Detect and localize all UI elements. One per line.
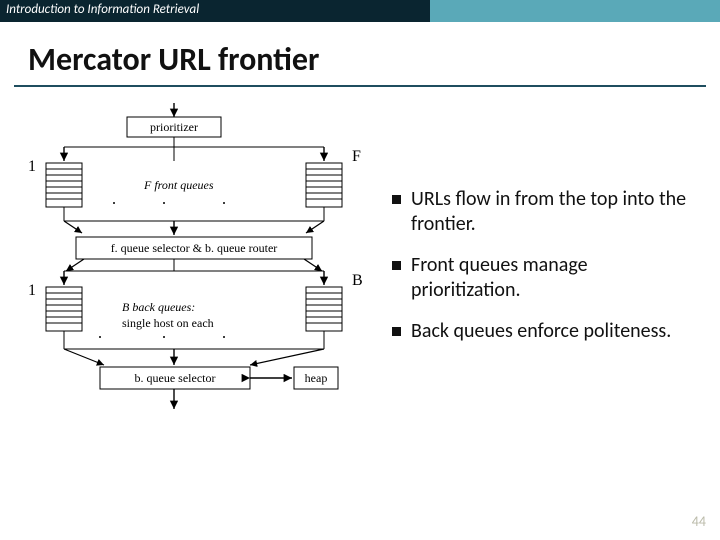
mercator-diagram: prioritizer 1 F F front queues bbox=[14, 103, 374, 503]
back-queue-right bbox=[306, 287, 342, 331]
bullet-text: Back queues enforce politeness. bbox=[411, 319, 671, 344]
bullet-text: Front queues manage prioritization. bbox=[411, 253, 688, 303]
bullet-square-icon bbox=[392, 261, 401, 270]
page-number: 44 bbox=[692, 513, 706, 530]
header-bar: Introduction to Information Retrieval bbox=[0, 0, 720, 22]
heap-label: heap bbox=[305, 371, 328, 385]
front-queue-left bbox=[46, 163, 82, 207]
bullet-item: Front queues manage prioritization. bbox=[392, 253, 688, 303]
front-queue-right bbox=[306, 163, 342, 207]
back-right-letter: B bbox=[352, 272, 363, 289]
front-left-number: 1 bbox=[28, 158, 36, 175]
diagram-column: prioritizer 1 F F front queues bbox=[14, 97, 374, 508]
slide-title: Mercator URL frontier bbox=[28, 40, 720, 79]
bullet-item: Back queues enforce politeness. bbox=[392, 319, 688, 344]
bullets-column: URLs flow in from the top into the front… bbox=[374, 97, 706, 508]
title-underline bbox=[14, 85, 706, 87]
b-queue-selector-label: b. queue selector bbox=[135, 371, 216, 385]
back-queues-label-1: B back queues: bbox=[122, 300, 195, 314]
bullet-square-icon bbox=[392, 327, 401, 336]
course-title: Introduction to Information Retrieval bbox=[0, 0, 430, 22]
front-queues-label: F front queues bbox=[143, 178, 214, 192]
back-left-number: 1 bbox=[28, 282, 36, 299]
header-accent bbox=[430, 0, 720, 22]
back-queue-left bbox=[46, 287, 82, 331]
back-queues-label-2: single host on each bbox=[122, 316, 214, 330]
bullet-item: URLs flow in from the top into the front… bbox=[392, 187, 688, 237]
content-area: prioritizer 1 F F front queues bbox=[0, 97, 720, 508]
selector-router-label: f. queue selector & b. queue router bbox=[111, 241, 278, 255]
bullet-text: URLs flow in from the top into the front… bbox=[411, 187, 688, 237]
bullet-square-icon bbox=[392, 195, 401, 204]
prioritizer-label: prioritizer bbox=[150, 120, 198, 134]
front-right-letter: F bbox=[352, 148, 361, 165]
